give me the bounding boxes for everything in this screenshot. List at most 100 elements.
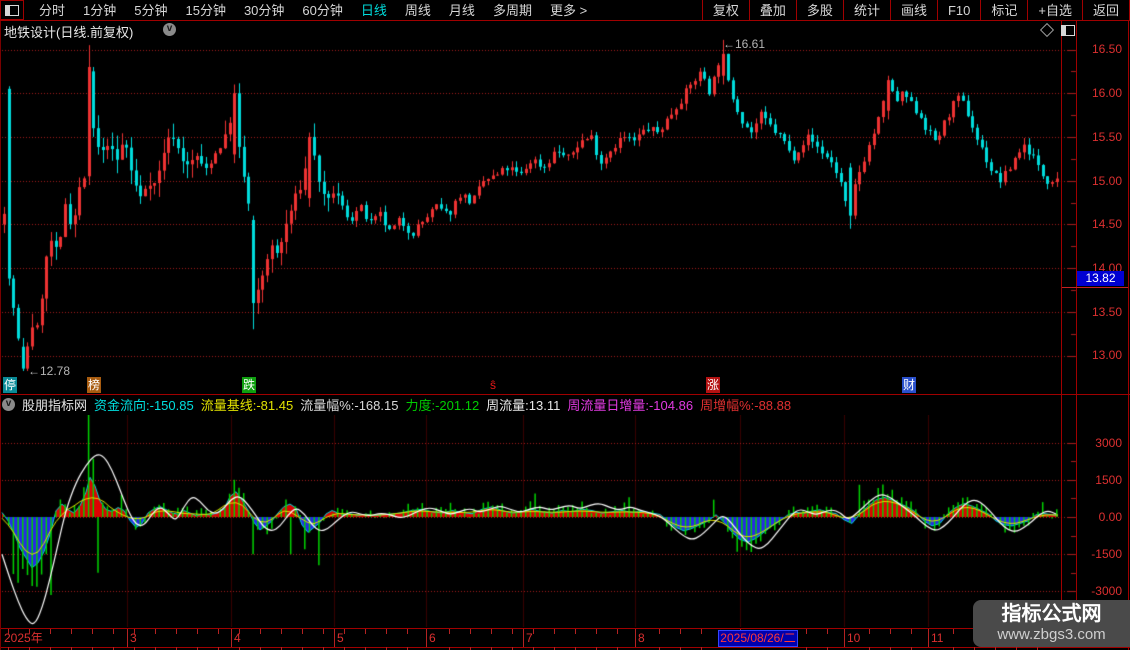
indicator-field: 周流量日增量:-104.86 — [567, 398, 694, 413]
time-minor-tick — [365, 629, 366, 634]
price-axis-label: 13.50 — [1091, 305, 1122, 319]
current-price-badge: 13.82 — [1077, 271, 1124, 286]
indicator-field: 流量幅%:-168.15 — [300, 398, 399, 413]
indicator-field: 周流量:13.11 — [486, 398, 561, 413]
diamond-icon[interactable] — [1039, 22, 1055, 38]
time-minor-tick — [869, 629, 870, 634]
month-label: 5 — [337, 631, 344, 645]
menu-item-period[interactable]: 30分钟 — [235, 1, 293, 20]
menu-item-tool[interactable]: 叠加 — [748, 0, 796, 20]
menu-item-period[interactable]: 周线 — [396, 1, 440, 20]
time-minor-tick — [806, 629, 807, 634]
month-label: 8 — [638, 631, 645, 645]
time-minor-tick — [953, 629, 954, 634]
low-annotation: ←12.78 — [28, 364, 71, 378]
menu-item-tool[interactable]: 画线 — [889, 0, 937, 20]
menu-item-period[interactable]: 更多 > — [541, 1, 596, 20]
watermark-title: 指标公式网 — [1001, 603, 1102, 625]
stock-title: 地铁设计(日线.前复权) — [4, 25, 134, 40]
menu-item-period[interactable]: 分时 — [30, 1, 74, 20]
time-minor-tick — [197, 629, 198, 634]
time-minor-tick — [29, 629, 30, 634]
price-axis-label: 15.00 — [1091, 174, 1122, 188]
time-major-tick — [127, 629, 128, 647]
price-axis-label: 16.50 — [1091, 42, 1122, 56]
menu-bar: 分时 1分钟 5分钟 15分钟 30分钟 60分钟 日线 周线 月线 多周期 更多 > 复权 叠加 多股… — [0, 0, 1130, 21]
period-menu: 分时 1分钟 5分钟 15分钟 30分钟 60分钟 日线 周线 月线 多周期 更多 > — [30, 0, 596, 20]
time-minor-tick — [449, 629, 450, 634]
event-marker: 财 — [902, 377, 916, 393]
time-minor-tick — [407, 629, 408, 634]
menu-item-tool[interactable]: 统计 — [842, 0, 890, 20]
chevron-down-icon[interactable]: v — [163, 23, 176, 36]
price-axis-label: 16.00 — [1091, 86, 1122, 100]
time-minor-tick — [596, 629, 597, 634]
menu-item-tool[interactable]: 标记 — [980, 0, 1027, 20]
time-minor-tick — [176, 629, 177, 634]
menu-item-tool[interactable]: 多股 — [795, 0, 843, 20]
price-axis-label: 13.00 — [1091, 348, 1122, 362]
current-price-line — [1062, 287, 1128, 288]
tools-menu: 复权 叠加 多股 统计 画线 F10 标记 +自选 返回 — [701, 0, 1130, 20]
month-label: 10 — [847, 631, 861, 645]
indicator-axis-label: 3000 — [1095, 436, 1122, 450]
layout-panel-icon — [5, 4, 19, 16]
indicator-source: 股朋指标网 — [22, 398, 88, 413]
time-minor-tick — [575, 629, 576, 634]
menu-item-period[interactable]: 5分钟 — [125, 1, 176, 20]
indicator-chevron-down-icon[interactable]: v — [2, 398, 15, 411]
time-minor-tick — [701, 629, 702, 634]
time-minor-tick — [533, 629, 534, 634]
time-minor-tick — [302, 629, 303, 634]
menu-item-period[interactable]: 月线 — [440, 1, 484, 20]
sell-signal-marker: ŝ — [490, 378, 496, 392]
event-marker: 涨 — [706, 377, 720, 393]
time-major-tick — [426, 629, 427, 647]
menu-item-period[interactable]: 1分钟 — [74, 1, 125, 20]
time-major-tick — [523, 629, 524, 647]
time-minor-tick — [113, 629, 114, 634]
event-marker: 跌 — [242, 377, 256, 393]
time-minor-tick — [827, 629, 828, 634]
month-label: 11 — [931, 631, 944, 645]
indicator-axis-label: 1500 — [1095, 473, 1122, 487]
title-bar: 地铁设计(日线.前复权) v — [0, 21, 1130, 40]
menu-item-period[interactable]: 15分钟 — [176, 1, 234, 20]
menu-item-period[interactable]: 60分钟 — [293, 1, 351, 20]
time-minor-tick — [512, 629, 513, 634]
time-minor-tick — [218, 629, 219, 634]
time-minor-tick — [659, 629, 660, 634]
menu-item-tool[interactable]: 复权 — [701, 0, 749, 20]
time-minor-tick — [50, 629, 51, 634]
time-minor-tick — [911, 629, 912, 634]
menu-item-tool[interactable]: F10 — [936, 0, 980, 20]
indicator-field: 流量基线:-81.45 — [200, 398, 294, 413]
menu-item-tool[interactable]: +自选 — [1027, 0, 1082, 20]
time-minor-tick — [323, 629, 324, 634]
indicator-canvas[interactable] — [0, 415, 1130, 627]
time-minor-tick — [155, 629, 156, 634]
event-marker: 停 — [3, 377, 17, 393]
app-root: 分时 1分钟 5分钟 15分钟 30分钟 60分钟 日线 周线 月线 多周期 更多 > 复权 叠加 多股… — [0, 0, 1130, 650]
time-major-tick — [928, 629, 929, 647]
indicator-field: 力度:-201.12 — [405, 398, 480, 413]
panel-toggle-icon[interactable] — [1061, 25, 1075, 36]
menu-item-period[interactable]: 日线 — [352, 1, 396, 20]
main-chart-canvas[interactable] — [0, 38, 1130, 372]
time-minor-tick — [239, 629, 240, 634]
month-label: 6 — [429, 631, 436, 645]
date-box: 2025/08/26/二 — [718, 630, 798, 647]
time-minor-tick — [71, 629, 72, 634]
indicator-fields: 资金流向:-150.85 流量基线:-81.45 流量幅%:-168.15 力度:-2… — [94, 395, 791, 414]
indicator-axis-label: -3000 — [1091, 584, 1122, 598]
time-minor-tick — [470, 629, 471, 634]
time-major-tick — [334, 629, 335, 647]
layout-icon-button[interactable] — [0, 0, 24, 20]
menu-item-period[interactable]: 多周期 — [484, 1, 541, 20]
menu-item-tool[interactable]: 返回 — [1081, 0, 1129, 20]
time-minor-tick — [386, 629, 387, 634]
time-minor-tick — [890, 629, 891, 634]
event-marker: 榜 — [87, 377, 101, 393]
time-major-tick — [635, 629, 636, 647]
time-minor-tick — [281, 629, 282, 634]
